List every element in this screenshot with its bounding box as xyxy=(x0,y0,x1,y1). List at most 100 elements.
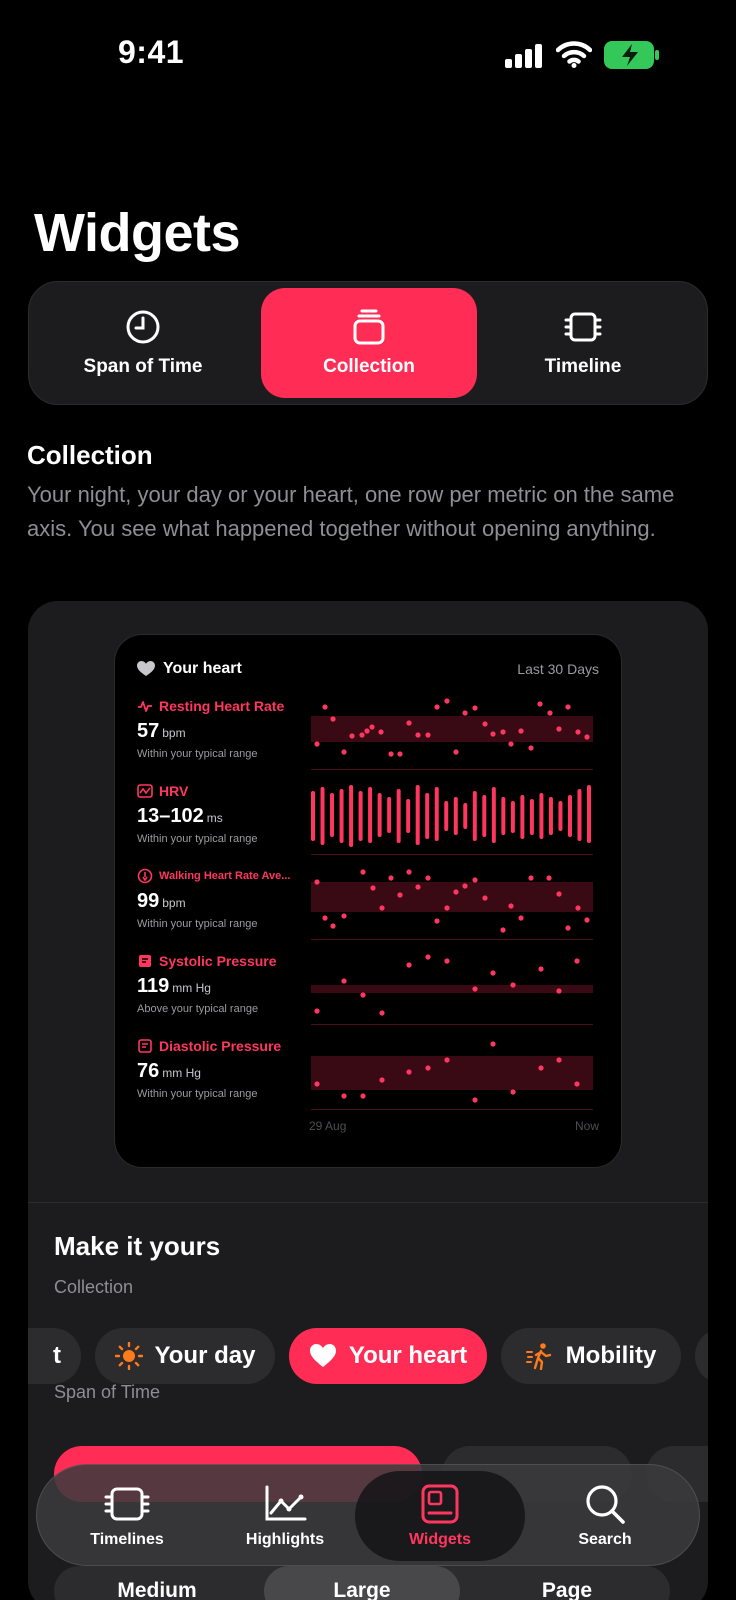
chip-your-day[interactable]: Your day xyxy=(95,1328,275,1384)
walking-heart-icon xyxy=(137,868,153,884)
metric-chart xyxy=(311,1041,593,1103)
walking-icon xyxy=(525,1343,551,1370)
metric-name: Walking Heart Rate Ave... xyxy=(137,868,290,884)
hrv-bar xyxy=(415,785,420,845)
customize-title: Make it yours xyxy=(54,1231,221,1261)
heart-icon xyxy=(309,1344,336,1367)
x-axis-end-label: Now xyxy=(574,1119,599,1133)
metric-status: Within your typical range xyxy=(137,833,258,845)
hrv-bar xyxy=(377,793,382,837)
metric-value: 76 mm Hg xyxy=(137,1060,201,1082)
search-icon xyxy=(586,1485,625,1524)
wifi-icon xyxy=(556,41,592,68)
metric-name: HRV xyxy=(137,783,188,799)
metric-resting-heart-rate: Resting Heart Rate 57 bpm Within your typ… xyxy=(137,698,601,784)
hrv-bar xyxy=(368,787,373,843)
widget-type-segmented-control: Span of Time Collection Timeline xyxy=(28,281,708,405)
widget-header: Your heart Last 30 Days xyxy=(137,657,599,681)
hrv-bar xyxy=(491,787,496,843)
clock-icon xyxy=(126,310,160,344)
metric-baseline xyxy=(311,854,593,855)
hrv-bar xyxy=(529,799,534,835)
status-time: 9:41 xyxy=(118,34,185,70)
chip-mobility[interactable]: Mobility xyxy=(501,1328,681,1384)
hrv-bar xyxy=(463,803,468,829)
metric-name: Systolic Pressure xyxy=(137,953,277,969)
hrv-bar xyxy=(577,789,582,841)
blood-pressure-icon xyxy=(139,955,151,967)
metric-value: 119 mm Hg xyxy=(137,975,211,997)
widget-range: Last 30 Days xyxy=(517,661,599,677)
widget-preview-panel: Your heart Last 30 Days Resting Heart Ra… xyxy=(28,601,708,1600)
highlights-icon xyxy=(265,1485,307,1521)
metric-name: Diastolic Pressure xyxy=(137,1038,281,1054)
hrv-bar xyxy=(320,787,325,845)
segment-label: Timeline xyxy=(544,356,622,377)
hrv-bar xyxy=(587,785,591,843)
page-title: Widgets xyxy=(34,203,241,263)
size-page[interactable]: Page xyxy=(464,1566,670,1600)
metric-baseline xyxy=(311,1109,593,1110)
metric-baseline xyxy=(311,1024,593,1025)
tab-widgets[interactable]: Widgets xyxy=(355,1471,525,1561)
hrv-bar xyxy=(339,789,344,843)
metric-baseline xyxy=(311,939,593,940)
hrv-bar xyxy=(396,789,401,843)
hrv-bar xyxy=(330,793,335,837)
metric-chart xyxy=(311,954,593,1016)
hrv-bar xyxy=(434,787,439,841)
segment-label: Collection xyxy=(323,356,415,377)
metric-chart xyxy=(311,785,591,847)
segment-collection[interactable]: Collection xyxy=(261,288,477,398)
heart-widget-preview[interactable]: Your heart Last 30 Days Resting Heart Ra… xyxy=(114,634,622,1168)
hrv-bar xyxy=(520,795,525,839)
chip-partial[interactable]: t xyxy=(28,1328,81,1384)
widgets-icon xyxy=(421,1484,459,1524)
hrv-bar xyxy=(472,791,477,841)
metric-walking-heart-rate: Walking Heart Rate Ave... 99 bpm Within y… xyxy=(137,868,601,954)
hrv-bar xyxy=(349,785,354,847)
hrv-bar xyxy=(311,791,315,841)
tab-highlights[interactable]: Highlights xyxy=(205,1465,365,1567)
tab-timelines[interactable]: Timelines xyxy=(47,1465,207,1567)
heart-icon xyxy=(137,661,155,676)
hrv-bar xyxy=(567,795,572,837)
chip-your-heart[interactable]: Your heart xyxy=(289,1328,487,1384)
metric-value: 57 bpm xyxy=(137,720,186,742)
size-medium[interactable]: Medium xyxy=(54,1566,260,1600)
battery-charging-icon xyxy=(604,41,659,69)
metric-status: Within your typical range xyxy=(137,748,258,760)
hrv-bar xyxy=(425,793,430,839)
hrv-bar xyxy=(406,799,411,833)
metric-diastolic-pressure: Diastolic Pressure 76 mm Hg Within your t… xyxy=(137,1038,601,1124)
segment-timeline[interactable]: Timeline xyxy=(475,288,691,398)
timelines-icon xyxy=(104,1487,150,1521)
heartbeat-icon xyxy=(138,701,152,712)
hrv-bar xyxy=(358,791,363,841)
tab-bar: Timelines Highlights Widgets Search xyxy=(36,1464,700,1566)
metric-hrv: HRV 13–102 ms Within your typical range xyxy=(137,783,601,869)
section-heading: Collection xyxy=(27,440,153,470)
hrv-bar xyxy=(501,797,506,835)
metric-status: Above your typical range xyxy=(137,1003,259,1015)
metric-chart xyxy=(311,698,593,757)
segment-span-of-time[interactable]: Span of Time xyxy=(35,288,251,398)
waveform-chart-icon xyxy=(137,784,153,798)
section-description: Your night, your day or your heart, one … xyxy=(27,482,675,541)
metric-systolic-pressure: Systolic Pressure 119 mm Hg Above your ty… xyxy=(137,953,601,1039)
size-large[interactable]: Large xyxy=(264,1566,460,1600)
metric-status: Within your typical range xyxy=(137,1088,258,1100)
stack-icon xyxy=(353,309,385,345)
chip-next-partial[interactable] xyxy=(695,1328,708,1384)
hrv-bar xyxy=(558,801,563,831)
timeline-icon xyxy=(564,312,602,342)
metric-name: Resting Heart Rate xyxy=(137,698,284,714)
blood-pressure-icon xyxy=(138,1039,152,1053)
span-of-time-label: Span of Time xyxy=(54,1382,161,1402)
metric-value: 13–102 ms xyxy=(137,805,223,827)
metric-value: 99 bpm xyxy=(137,890,186,912)
collection-chips: t Your day Your heart Mobility xyxy=(28,1328,708,1384)
cellular-signal-icon xyxy=(505,44,542,68)
size-selector: Medium Large Page xyxy=(54,1566,670,1600)
tab-search[interactable]: Search xyxy=(525,1465,685,1567)
